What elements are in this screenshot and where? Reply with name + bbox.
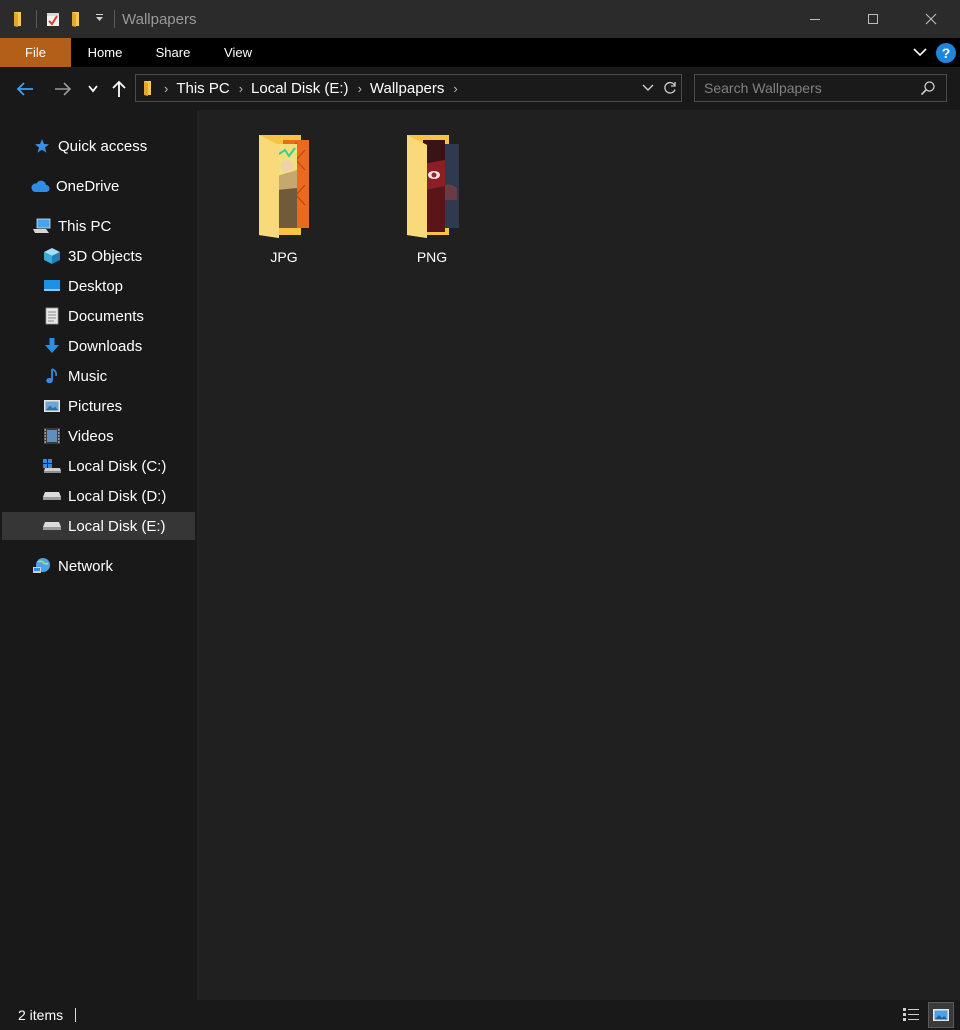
drive-icon xyxy=(42,486,62,506)
address-bar-controls xyxy=(637,75,681,101)
close-icon xyxy=(925,13,937,25)
sidebar-item-desktop[interactable]: Desktop xyxy=(2,272,195,300)
breadcrumb-root-chevron[interactable]: › xyxy=(155,81,176,96)
help-button[interactable]: ? xyxy=(936,42,956,63)
sidebar-item-local-disk-c[interactable]: Local Disk (C:) xyxy=(2,452,195,480)
view-toggle xyxy=(898,1002,954,1028)
minimize-icon xyxy=(810,19,820,20)
sidebar-item-documents[interactable]: Documents xyxy=(2,302,195,330)
back-button[interactable] xyxy=(12,77,38,101)
arrow-up-icon xyxy=(112,80,126,97)
tab-home[interactable]: Home xyxy=(71,38,139,67)
minimize-button[interactable] xyxy=(786,0,844,38)
up-button[interactable] xyxy=(108,77,130,101)
sidebar-item-videos[interactable]: Videos xyxy=(2,422,195,450)
folder-icon xyxy=(10,10,28,28)
folder-with-thumbnail-icon xyxy=(239,130,329,243)
sidebar-item-downloads[interactable]: Downloads xyxy=(2,332,195,360)
sidebar-item-local-disk-e[interactable]: Local Disk (E:) xyxy=(2,512,195,540)
window-controls xyxy=(786,0,960,38)
folder-icon xyxy=(142,80,155,96)
maximize-button[interactable] xyxy=(844,0,902,38)
cloud-icon xyxy=(30,176,50,196)
arrow-left-icon xyxy=(16,82,33,96)
folder-with-thumbnail-icon xyxy=(387,130,477,243)
sidebar-item-network[interactable]: Network xyxy=(2,552,195,580)
download-icon xyxy=(42,336,62,356)
quick-access-toolbar: Wallpapers xyxy=(0,0,196,38)
sidebar-item-music[interactable]: Music xyxy=(2,362,195,390)
toolbar-divider xyxy=(114,10,115,28)
toolbar-divider xyxy=(36,10,37,28)
sidebar-item-onedrive[interactable]: OneDrive xyxy=(2,172,195,200)
chevron-right-icon[interactable]: › xyxy=(453,81,457,96)
chevron-right-icon[interactable]: › xyxy=(239,81,243,96)
sidebar-item-this-pc[interactable]: This PC xyxy=(2,212,195,240)
breadcrumb-wallpapers[interactable]: Wallpapers › xyxy=(370,80,466,97)
recent-locations-dropdown[interactable] xyxy=(84,77,102,101)
folder-label: JPG xyxy=(270,249,298,265)
window-title: Wallpapers xyxy=(122,10,197,28)
title-bar: Wallpapers xyxy=(0,0,960,38)
star-icon xyxy=(32,136,52,156)
document-icon xyxy=(42,306,62,326)
maximize-icon xyxy=(868,14,878,24)
computer-icon xyxy=(32,216,52,236)
chevron-down-icon xyxy=(88,85,98,93)
desktop-icon xyxy=(42,276,62,296)
search-placeholder: Search Wallpapers xyxy=(704,80,822,96)
arrow-right-icon xyxy=(55,82,72,96)
cube-icon xyxy=(42,246,62,266)
sidebar-item-pictures[interactable]: Pictures xyxy=(2,392,195,420)
properties-icon[interactable] xyxy=(44,10,62,28)
expand-ribbon-button[interactable] xyxy=(912,45,928,61)
chevron-right-icon[interactable]: › xyxy=(358,81,362,96)
refresh-button[interactable] xyxy=(659,81,681,95)
ribbon-right-controls: ? xyxy=(912,38,956,67)
chevron-down-icon xyxy=(913,47,927,56)
folder-label: PNG xyxy=(416,249,448,265)
tab-view[interactable]: View xyxy=(207,38,269,67)
breadcrumb-local-disk-e[interactable]: Local Disk (E:) › xyxy=(251,80,370,97)
address-bar[interactable]: › This PC › Local Disk (E:) › Wallpapers › xyxy=(135,74,682,102)
address-history-dropdown[interactable] xyxy=(637,84,659,92)
item-count: 2 items xyxy=(18,1007,64,1023)
status-bar: 2 items xyxy=(0,1000,960,1030)
pictures-icon xyxy=(42,396,62,416)
close-button[interactable] xyxy=(902,0,960,38)
windows-drive-icon xyxy=(42,456,62,476)
details-view-icon xyxy=(903,1008,919,1021)
new-folder-icon[interactable] xyxy=(68,10,86,28)
folder-png[interactable]: PNG xyxy=(372,130,492,270)
music-icon xyxy=(42,366,62,386)
refresh-icon xyxy=(664,81,676,94)
details-view-button[interactable] xyxy=(898,1002,924,1028)
tab-share[interactable]: Share xyxy=(139,38,207,67)
sidebar-item-local-disk-d[interactable]: Local Disk (D:) xyxy=(2,482,195,510)
tab-file[interactable]: File xyxy=(0,38,71,67)
video-icon xyxy=(42,426,62,446)
drive-icon xyxy=(42,516,62,536)
search-box[interactable]: Search Wallpapers xyxy=(694,74,947,102)
large-icons-view-button[interactable] xyxy=(928,1002,954,1028)
search-icon[interactable] xyxy=(920,80,936,99)
chevron-down-icon xyxy=(642,84,654,91)
folder-jpg[interactable]: JPG xyxy=(224,130,344,270)
ribbon-tabs: File Home Share View ? xyxy=(0,38,960,67)
breadcrumb-this-pc[interactable]: This PC › xyxy=(176,80,251,97)
large-icons-view-icon xyxy=(933,1009,949,1021)
chevron-right-icon[interactable]: › xyxy=(164,81,168,96)
network-icon xyxy=(32,556,52,576)
status-divider xyxy=(75,1008,77,1022)
customize-toolbar-dropdown[interactable] xyxy=(92,13,106,25)
forward-button[interactable] xyxy=(50,77,76,101)
sidebar-item-quick-access[interactable]: Quick access xyxy=(2,132,195,160)
sidebar-item-3d-objects[interactable]: 3D Objects xyxy=(2,242,195,270)
